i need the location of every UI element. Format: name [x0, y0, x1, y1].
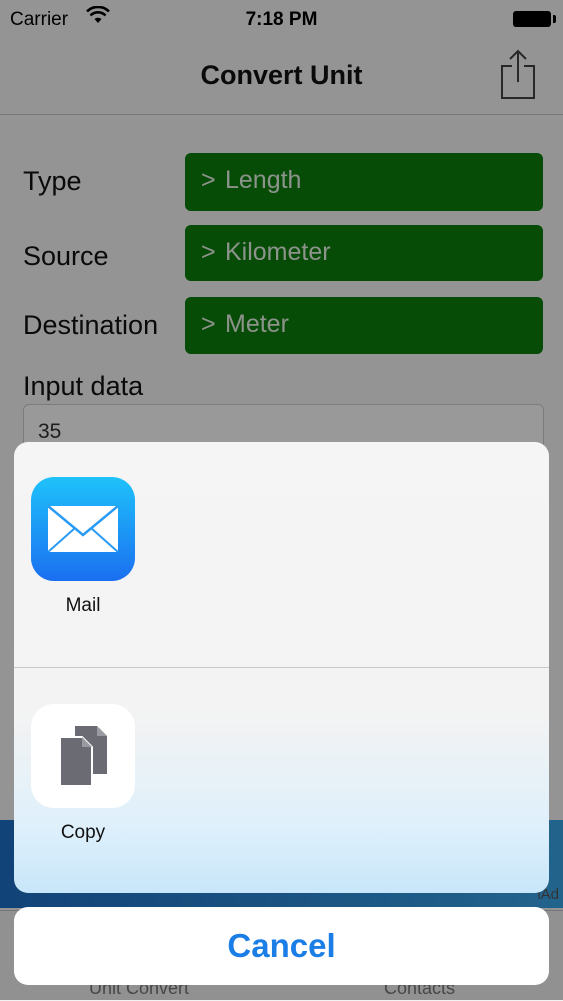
share-item-copy[interactable]: Copy: [30, 704, 136, 844]
mail-label: Mail: [65, 595, 101, 616]
cancel-button[interactable]: Cancel: [14, 907, 549, 985]
share-sheet: Mail Copy: [14, 442, 549, 893]
share-item-mail[interactable]: Mail: [30, 477, 136, 617]
copy-icon: [31, 704, 135, 808]
mail-icon: [31, 477, 135, 581]
sheet-divider: [14, 667, 549, 668]
copy-label: Copy: [60, 822, 106, 843]
